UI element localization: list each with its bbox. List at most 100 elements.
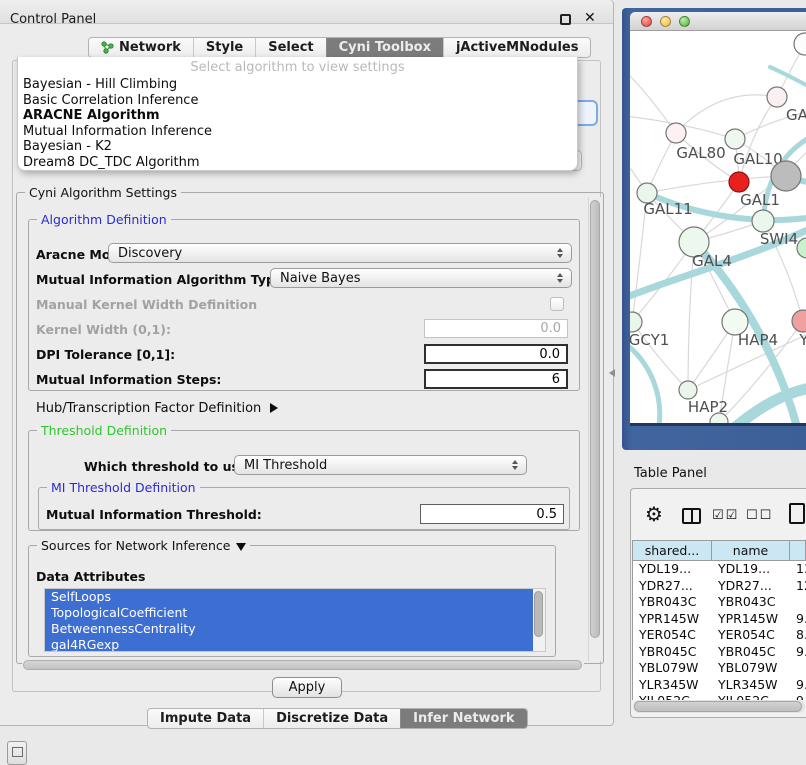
- tab-jactivemnodules[interactable]: jActiveMNodules: [443, 38, 591, 57]
- node-label: GAL11: [643, 200, 692, 218]
- network-node[interactable]: [767, 87, 787, 107]
- mi-steps-field[interactable]: [424, 369, 568, 389]
- algorithm-dropdown-popup: Select algorithm to view settings Bayesi…: [17, 57, 578, 171]
- hide-columns-icon[interactable]: ☐☐: [746, 508, 773, 523]
- table-header-row: shared...name: [632, 540, 806, 561]
- data-attributes-label: Data Attributes: [36, 569, 145, 584]
- attribute-item[interactable]: gal4RGexp: [45, 637, 545, 652]
- tab-cyni-toolbox[interactable]: Cyni Toolbox: [326, 38, 443, 57]
- algorithm-option[interactable]: Dream8 DC_TDC Algorithm: [18, 155, 577, 171]
- mi-algorithm-type-value: Naive Bayes: [280, 271, 360, 286]
- float-window-icon[interactable]: [560, 14, 571, 25]
- network-node[interactable]: [752, 210, 774, 232]
- network-node[interactable]: [771, 161, 801, 191]
- network-node[interactable]: [679, 381, 697, 399]
- table-row[interactable]: YJL052CYJL052C9: [633, 693, 806, 700]
- window-zoom-icon[interactable]: [679, 16, 690, 27]
- algorithm-option[interactable]: Bayesian - Hill Climbing: [18, 77, 577, 93]
- network-node[interactable]: [792, 310, 806, 332]
- node-label: Y: [798, 331, 806, 349]
- table-cell: 9: [790, 693, 806, 700]
- manual-kernel-checkbox[interactable]: [550, 297, 564, 311]
- document-icon[interactable]: [789, 503, 805, 524]
- table-row[interactable]: YBR043CYBR043C: [633, 594, 806, 611]
- network-node[interactable]: [725, 129, 745, 149]
- network-node[interactable]: [794, 33, 806, 55]
- expander-right-icon: [270, 403, 278, 413]
- which-threshold-label: Which threshold to use:: [84, 459, 252, 474]
- algorithm-option[interactable]: Basic Correlation Inference: [18, 93, 577, 109]
- tab-style[interactable]: Style: [193, 38, 255, 57]
- window-close-icon[interactable]: [641, 16, 652, 27]
- network-node[interactable]: [630, 312, 642, 332]
- algorithm-option[interactable]: Mutual Information Inference: [18, 124, 577, 140]
- table-cell: YBR045C: [712, 644, 790, 661]
- network-node[interactable]: [666, 123, 686, 143]
- spinner-arrows-icon: [512, 460, 518, 470]
- dpi-tolerance-field[interactable]: [424, 344, 568, 364]
- data-attributes-list: SelfLoopsTopologicalCoefficientBetweenne…: [44, 588, 546, 652]
- table-cell: YJL052C: [633, 693, 712, 700]
- algorithm-placeholder: Select algorithm to view settings: [18, 57, 577, 77]
- network-window-titlebar[interactable]: [630, 12, 806, 31]
- table-body: YDL19...YDL19...13YDR27...YDR27...12YBR0…: [632, 561, 806, 700]
- spinner-arrows-icon: [557, 273, 563, 283]
- attribute-item[interactable]: SelfLoops: [45, 589, 545, 605]
- corner-grid-button[interactable]: [7, 741, 27, 765]
- bottom-tabbar: Impute Data Discretize Data Infer Networ…: [147, 708, 528, 729]
- network-node[interactable]: [729, 172, 749, 192]
- hub-definition-expander[interactable]: Hub/Transcription Factor Definition: [36, 401, 278, 416]
- attributes-scrollbar-thumb[interactable]: [534, 591, 543, 637]
- table-row[interactable]: YDL19...YDL19...13: [633, 561, 806, 578]
- table-cell: YDR27...: [633, 578, 712, 595]
- column-header[interactable]: [790, 541, 806, 560]
- gear-icon[interactable]: ⚙: [645, 502, 663, 526]
- tab-style-label: Style: [206, 40, 243, 55]
- tab-impute-data[interactable]: Impute Data: [148, 709, 263, 728]
- apply-button[interactable]: Apply: [272, 677, 342, 698]
- control-panel-title: Control Panel: [10, 12, 96, 27]
- table-cell: YBR043C: [712, 594, 790, 611]
- table-panel-title: Table Panel: [634, 466, 707, 481]
- algorithm-option[interactable]: Bayesian - K2: [18, 139, 577, 155]
- table-row[interactable]: YPR145WYPR145W9.: [633, 611, 806, 628]
- mi-threshold-label: Mutual Information Threshold:: [46, 507, 262, 522]
- mi-algorithm-type-combo[interactable]: Naive Bayes: [270, 268, 572, 288]
- table-cell: 8.: [790, 627, 806, 644]
- table-row[interactable]: YER054CYER054C8.: [633, 627, 806, 644]
- window-minimize-icon[interactable]: [660, 16, 671, 27]
- attribute-item[interactable]: TopologicalCoefficient: [45, 605, 545, 621]
- network-node[interactable]: [797, 238, 806, 258]
- tab-jactivemnodules-label: jActiveMNodules: [456, 40, 579, 55]
- split-columns-icon[interactable]: [682, 508, 701, 524]
- mi-threshold-field[interactable]: [420, 504, 564, 524]
- column-header[interactable]: shared...: [633, 541, 712, 560]
- table-row[interactable]: YBR045CYBR045C9.: [633, 644, 806, 661]
- show-checked-columns-icon[interactable]: ☑☑: [712, 508, 739, 523]
- close-icon[interactable]: ✕: [584, 10, 596, 26]
- settings-vertical-scrollbar-thumb[interactable]: [590, 200, 600, 638]
- splitter-handle[interactable]: [609, 369, 615, 377]
- table-cell: 9.: [790, 677, 806, 694]
- tab-discretize-data[interactable]: Discretize Data: [263, 709, 400, 728]
- tab-network[interactable]: Network: [89, 38, 193, 57]
- network-canvas[interactable]: GALGAL80GAL10GAL1GAL11SWI4GAL4GCY1HAP4YH…: [630, 31, 806, 423]
- mi-algorithm-type-label: Mutual Information Algorithm Type:: [36, 272, 288, 287]
- tab-select[interactable]: Select: [255, 38, 325, 57]
- column-header[interactable]: name: [712, 541, 790, 560]
- tab-infer-network[interactable]: Infer Network: [400, 709, 526, 728]
- tab-network-label: Network: [119, 40, 181, 55]
- aracne-mode-combo[interactable]: Discovery: [108, 243, 572, 263]
- kernel-width-field[interactable]: [424, 319, 568, 338]
- table-row[interactable]: YBL079WYBL079W: [633, 660, 806, 677]
- algorithm-option[interactable]: ARACNE Algorithm: [18, 108, 577, 124]
- settings-horizontal-scrollbar-thumb[interactable]: [23, 660, 582, 670]
- attribute-item[interactable]: BetweennessCentrality: [45, 621, 545, 637]
- table-row[interactable]: YDR27...YDR27...12: [633, 578, 806, 595]
- which-threshold-combo[interactable]: MI Threshold: [234, 455, 527, 475]
- mi-threshold-definition-title: MI Threshold Definition: [47, 480, 200, 495]
- node-label: GAL80: [676, 144, 725, 162]
- table-row[interactable]: YLR345WYLR345W9.: [633, 677, 806, 694]
- table-horizontal-scrollbar-thumb[interactable]: [634, 701, 802, 712]
- table-cell: YLR345W: [633, 677, 712, 694]
